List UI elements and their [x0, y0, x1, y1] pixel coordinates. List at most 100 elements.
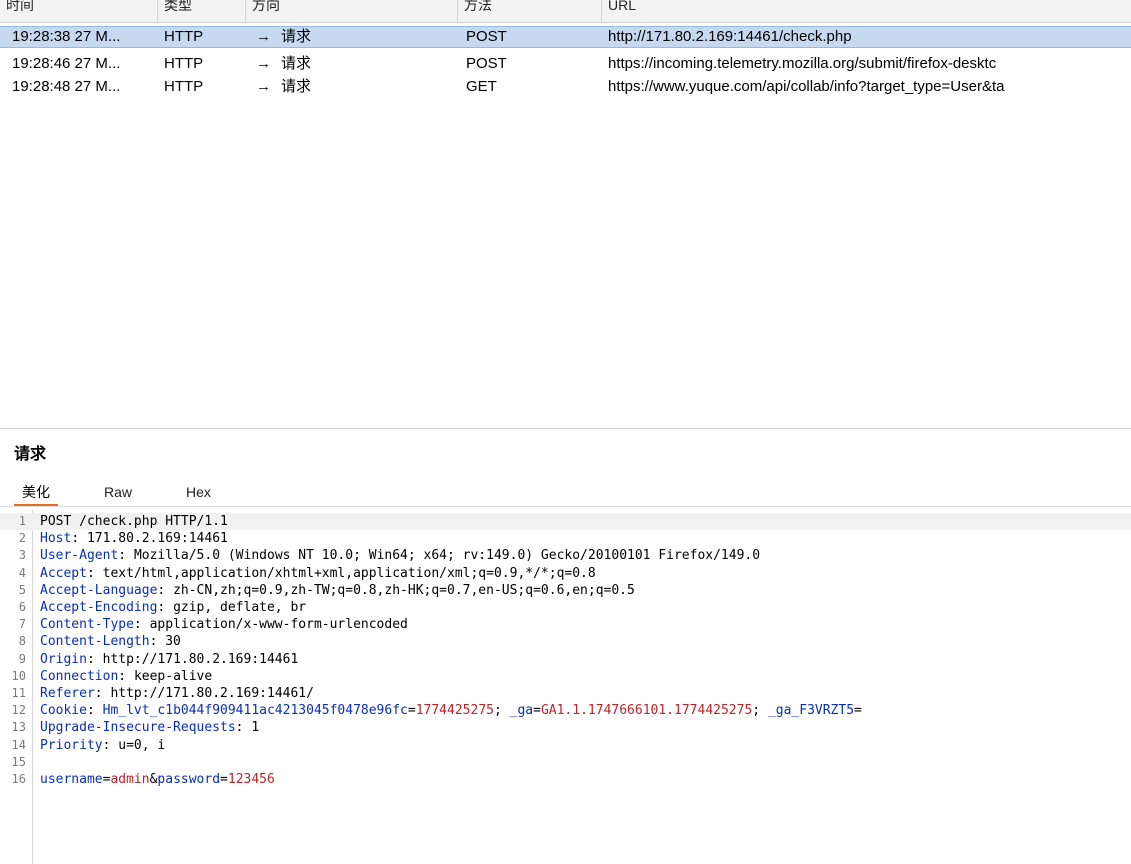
line-number: 14 — [11, 737, 26, 752]
param-name: password — [157, 772, 221, 787]
code-line: 1 POST /check.php HTTP/1.1 — [0, 513, 1131, 531]
line-number: 12 — [11, 703, 26, 718]
line-number: 11 — [11, 686, 26, 700]
line-number: 10 — [11, 668, 26, 683]
code-text: Accept-Encoding: gzip, deflate, br — [40, 599, 306, 616]
row-time: 19:28:48 27 M... — [12, 78, 121, 95]
code-text: Connection: keep-alive — [40, 668, 212, 685]
header-colon: : — [149, 634, 166, 650]
table-row[interactable]: 19:28:46 27 M... HTTP → 请求 POST https://i… — [0, 53, 1131, 75]
code-text: Priority: u=0, i — [40, 737, 165, 754]
code-text: Referer: http://171.80.2.169:14461/ — [40, 685, 314, 702]
line-number: 8 — [18, 634, 26, 649]
header-colon: : — [86, 703, 103, 719]
code-line: 3 User-Agent: Mozilla/5.0 (Windows NT 10.… — [0, 547, 1131, 564]
param-value: admin — [110, 772, 150, 787]
line-number: 5 — [18, 582, 26, 597]
column-header-type[interactable]: 类型 — [158, 0, 246, 22]
row-method: POST — [466, 55, 507, 72]
code-line: 11 Referer: http://171.80.2.169:14461/ — [0, 685, 1131, 702]
line-number: 7 — [18, 617, 26, 632]
row-type: HTTP — [164, 55, 204, 72]
cookie-eq: = — [407, 703, 416, 719]
cookie-value: GA1.1.1747666101.1774425275 — [540, 703, 753, 719]
line-number: 13 — [11, 720, 26, 735]
column-header-method[interactable]: 方法 — [458, 0, 602, 22]
request-editor[interactable]: 1 POST /check.php HTTP/1.1 2 Host: 171.80.2… — [0, 510, 1131, 864]
row-url: http://171.80.2.169:14461/check.php — [608, 28, 852, 45]
row-type: HTTP — [164, 78, 204, 95]
param-value: 123456 — [227, 772, 275, 787]
code-line: 10 Connection: keep-alive — [0, 668, 1131, 685]
code-line: 6 Accept-Encoding: gzip, deflate, br — [0, 599, 1131, 616]
code-line: 2 Host: 171.80.2.169:14461 — [0, 530, 1131, 547]
column-header-time[interactable]: 时间 — [0, 0, 158, 22]
line-number: 4 — [18, 565, 26, 580]
header-value: Mozilla/5.0 (Windows NT 10.0; Win64; x64… — [133, 548, 761, 564]
cookie-name: Hm_lvt_c1b044f909411ac4213045f0478e96fc — [102, 703, 408, 719]
code-text: Origin: http://171.80.2.169:14461 — [40, 651, 298, 668]
row-direction: → 请求 — [256, 53, 456, 75]
cookie-sep: ; — [493, 703, 510, 719]
tab-pretty[interactable]: 美化 — [14, 480, 58, 506]
column-header-url[interactable]: URL — [602, 0, 1131, 22]
table-row[interactable]: 19:28:38 27 M... HTTP → 请求 POST http://17… — [0, 26, 1131, 48]
row-url: https://www.yuque.com/api/collab/info?ta… — [608, 78, 1005, 95]
line-number: 15 — [11, 754, 26, 769]
row-direction-label: 请求 — [281, 28, 312, 45]
arrow-right-icon: → — [256, 55, 271, 72]
header-value: zh-CN,zh;q=0.9,zh-TW;q=0.8,zh-HK;q=0.7,e… — [173, 582, 635, 598]
header-value: gzip, deflate, br — [173, 600, 307, 615]
line-number: 3 — [18, 548, 26, 563]
cookie-eq: = — [533, 703, 541, 719]
param-eq: = — [220, 772, 228, 787]
header-name: Origin — [40, 651, 87, 667]
code-text: Cookie: Hm_lvt_c1b044f909411ac4213045f04… — [40, 702, 862, 719]
line-number: 16 — [11, 772, 26, 786]
code-line: 15 — [0, 754, 1131, 771]
table-row[interactable]: 19:28:48 27 M... HTTP → 请求 GET https://ww… — [0, 76, 1131, 98]
header-name: Accept — [40, 565, 87, 581]
code-line: 13 Upgrade-Insecure-Requests: 1 — [0, 719, 1131, 736]
view-tabs: 美化 Raw Hex — [0, 476, 1131, 506]
row-url: https://incoming.telemetry.mozilla.org/s… — [608, 55, 997, 72]
header-value: 1 — [251, 720, 260, 736]
code-text: Content-Type: application/x-www-form-url… — [40, 616, 408, 633]
header-colon: : — [102, 737, 119, 753]
header-value: application/x-www-form-urlencoded — [149, 617, 408, 633]
header-name: Cookie — [40, 703, 87, 719]
code-line: 9 Origin: http://171.80.2.169:14461 — [0, 651, 1131, 668]
header-colon: : — [71, 531, 87, 547]
header-value: text/html,application/xhtml+xml,applicat… — [102, 565, 596, 581]
tab-hex[interactable]: Hex — [178, 480, 219, 504]
arrow-right-icon: → — [256, 78, 271, 95]
cookie-name: _ga_F3VRZT5 — [767, 703, 855, 719]
code-line: 8 Content-Length: 30 — [0, 633, 1131, 650]
row-method: GET — [466, 78, 497, 95]
panel-title: 请求 — [14, 446, 47, 463]
header-name: Connection — [40, 668, 119, 684]
code-line: 12 Cookie: Hm_lvt_c1b044f909411ac4213045f… — [0, 702, 1131, 719]
cookie-sep: ; — [752, 703, 768, 719]
header-name: Priority — [40, 737, 103, 753]
header-value: u=0, i — [118, 737, 166, 753]
code-line: 14 Priority: u=0, i — [0, 737, 1131, 754]
header-colon: : — [157, 582, 174, 598]
line-number: 2 — [18, 531, 26, 546]
code-text: username=admin&password=123456 — [40, 771, 275, 788]
line-number: 9 — [18, 651, 26, 666]
header-value: 30 — [165, 634, 181, 650]
row-direction: → 请求 — [256, 76, 456, 98]
code-line: 16 username=admin&password=123456 — [0, 771, 1131, 788]
line-number: 6 — [18, 600, 26, 614]
code-text: Host: 171.80.2.169:14461 — [40, 530, 228, 547]
header-value: 171.80.2.169:14461 — [86, 531, 228, 547]
code-text: Accept-Language: zh-CN,zh;q=0.9,zh-TW;q=… — [40, 582, 635, 599]
code-line: 4 Accept: text/html,application/xhtml+xml… — [0, 565, 1131, 582]
header-colon: : — [94, 686, 111, 701]
table-header: 时间 类型 方向 方法 URL — [0, 0, 1131, 23]
cookie-eq: = — [854, 703, 862, 719]
request-list-table: 时间 类型 方向 方法 URL 19:28:38 27 M... HTTP → 请… — [0, 0, 1131, 429]
tab-raw[interactable]: Raw — [96, 480, 140, 504]
column-header-direction[interactable]: 方向 — [246, 0, 458, 22]
